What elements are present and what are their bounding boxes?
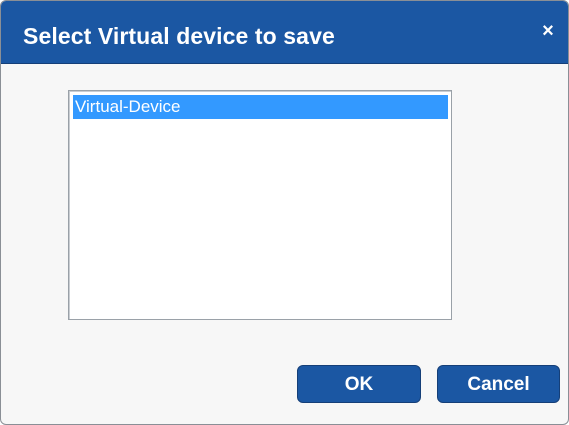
ok-button[interactable]: OK [297, 365, 421, 403]
select-virtual-device-dialog: Select Virtual device to save × Virtual-… [0, 0, 569, 425]
cancel-button[interactable]: Cancel [437, 365, 560, 403]
close-icon[interactable]: × [535, 18, 561, 44]
list-item-virtual-device[interactable]: Virtual-Device [73, 95, 448, 119]
dialog-title-bar[interactable]: Select Virtual device to save × [1, 1, 568, 64]
dialog-title: Select Virtual device to save [23, 23, 335, 49]
virtual-device-list[interactable]: Virtual-Device [68, 90, 452, 320]
